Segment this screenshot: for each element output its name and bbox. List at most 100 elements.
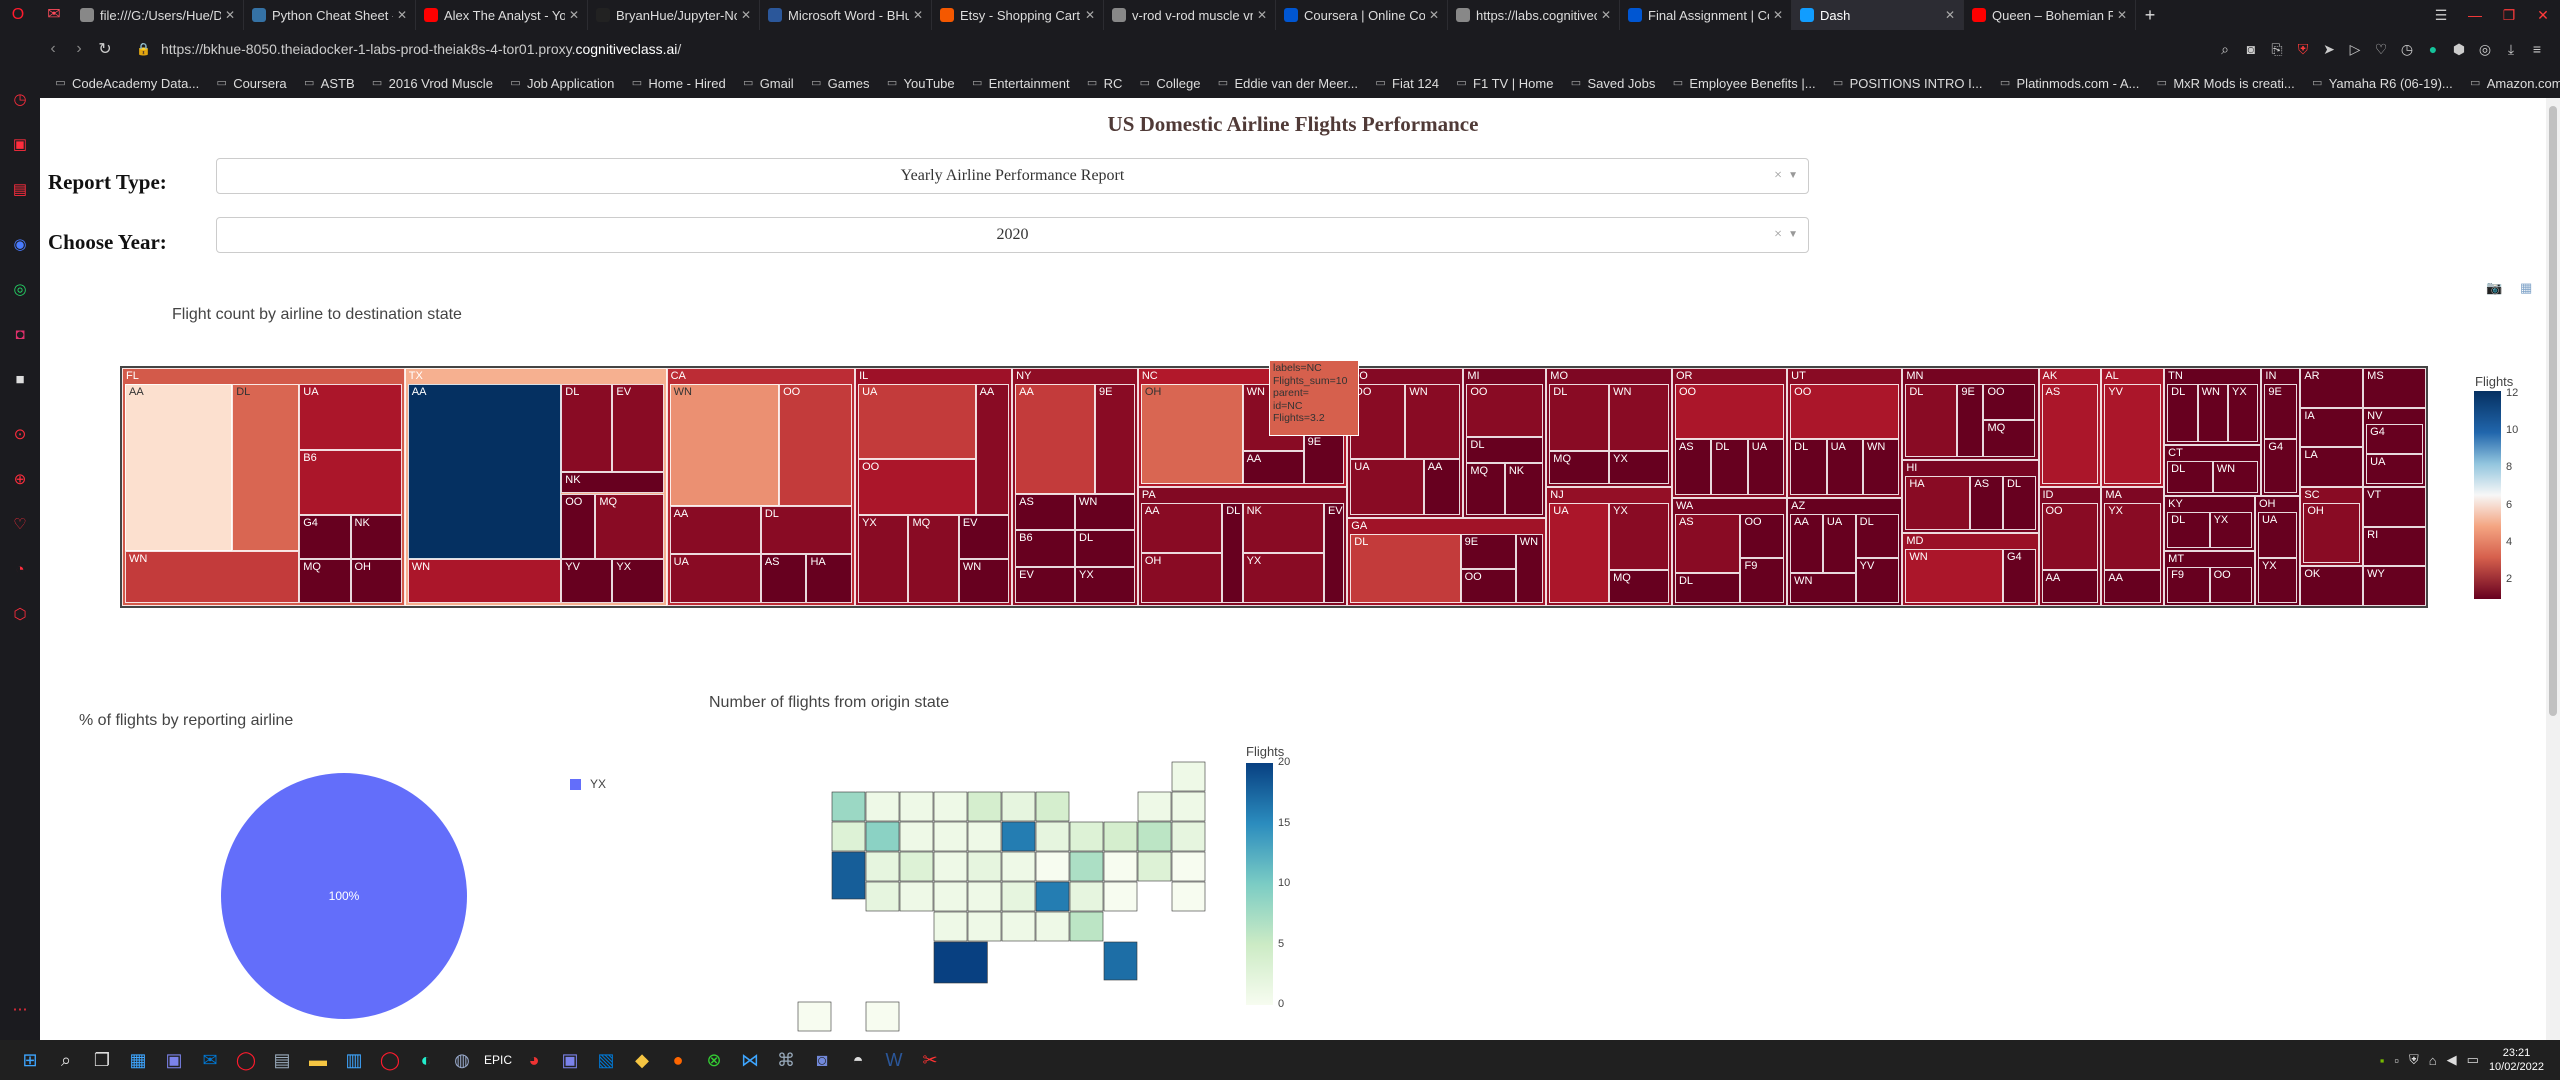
treemap-airline-wn[interactable]: WN: [125, 551, 300, 603]
treemap-state-ri[interactable]: RI: [2363, 526, 2426, 567]
map-state-il[interactable]: [1001, 821, 1036, 852]
url-field[interactable]: 🔒 https://bkhue-8050.theiadocker-1-labs-…: [136, 41, 681, 57]
bookmark-item[interactable]: ▭ Entertainment: [971, 76, 1070, 91]
map-state-ma[interactable]: [1171, 821, 1206, 852]
treemap-airline-dl[interactable]: DL: [760, 505, 853, 555]
treemap-airline-dl[interactable]: DL: [1075, 530, 1135, 567]
discord-icon[interactable]: ■: [10, 370, 30, 390]
treemap-airline-aa[interactable]: AA: [1790, 513, 1823, 574]
treemap-airline-yx[interactable]: YX: [2257, 557, 2298, 603]
opera-logo-icon[interactable]: O: [8, 5, 28, 25]
treemap-airline-ev[interactable]: EV: [612, 384, 664, 472]
windows-start-icon[interactable]: ⊞: [14, 1044, 46, 1076]
treemap-airline-oo[interactable]: OO: [1674, 384, 1785, 440]
widgets-icon[interactable]: ▦: [122, 1044, 154, 1076]
treemap-airline-ua[interactable]: UA: [1826, 439, 1863, 495]
treemap-airline-oh[interactable]: OH: [2303, 503, 2361, 564]
treemap-airline-f9[interactable]: F9: [1740, 558, 1785, 603]
treemap-airline-aa[interactable]: AA: [1140, 503, 1223, 553]
clear-icon[interactable]: ×: [1774, 218, 1782, 252]
map-state-pa[interactable]: [1103, 821, 1138, 852]
shield-icon[interactable]: ⛨: [2290, 41, 2316, 58]
map-state-me[interactable]: [1171, 761, 1206, 792]
treemap-airline-aa[interactable]: AA: [407, 384, 562, 560]
map-state-nj[interactable]: [1137, 851, 1172, 882]
treemap-airline-ev[interactable]: EV: [958, 515, 1010, 560]
map-state-ne[interactable]: [933, 851, 968, 882]
treemap-airline-ua[interactable]: UA: [1822, 513, 1856, 574]
treemap-airline-dl[interactable]: DL: [2167, 512, 2210, 549]
bookmark-item[interactable]: ▭ Fiat 124: [1374, 76, 1439, 91]
map-state-wv[interactable]: [1035, 851, 1070, 882]
player-icon[interactable]: ▷: [2342, 41, 2368, 58]
treemap-airline-wn[interactable]: WN: [2197, 384, 2228, 442]
treemap-airline-ua[interactable]: UA: [669, 554, 761, 603]
treemap-airline-ua[interactable]: UA: [1549, 503, 1610, 603]
treemap-airline-dl[interactable]: DL: [1350, 534, 1461, 603]
map-state-ms[interactable]: [1001, 911, 1036, 942]
treemap-airline-oo[interactable]: OO: [561, 493, 596, 560]
map-state-nc[interactable]: [1035, 881, 1070, 912]
treemap-airline-oo[interactable]: OO: [1790, 384, 1900, 440]
tab-close-icon[interactable]: ✕: [225, 8, 235, 22]
treemap-airline-ev[interactable]: EV: [1015, 566, 1075, 603]
store-icon[interactable]: ▥: [338, 1044, 370, 1076]
app-icon[interactable]: ◕: [518, 1044, 550, 1076]
opera-gx-icon[interactable]: ◯: [230, 1044, 262, 1076]
teams-chat-icon[interactable]: ▣: [158, 1044, 190, 1076]
map-state-ks[interactable]: [933, 881, 968, 912]
map-state-ar[interactable]: [967, 881, 1002, 912]
vpn-icon[interactable]: ◷: [2394, 41, 2420, 58]
outlook-icon[interactable]: ▧: [590, 1044, 622, 1076]
treemap-airline-mq[interactable]: MQ: [1549, 450, 1610, 484]
treemap-airline-ua[interactable]: UA: [1350, 459, 1424, 516]
treemap-airline-oo[interactable]: OO: [1983, 384, 2036, 421]
map-state-ut[interactable]: [865, 851, 900, 882]
bookmark-item[interactable]: ▭ 2016 Vrod Muscle: [371, 76, 493, 91]
map-state-mo[interactable]: [967, 851, 1002, 882]
treemap-state-ar[interactable]: AR: [2300, 368, 2364, 408]
treemap-airline-g4[interactable]: G4: [299, 515, 351, 560]
favorites-icon[interactable]: ♡: [10, 515, 30, 535]
treemap-airline-as[interactable]: AS: [1015, 493, 1075, 530]
treemap-airline-dl[interactable]: DL: [1222, 503, 1243, 603]
treemap-airline-ua[interactable]: UA: [2257, 512, 2298, 558]
map-state-hi[interactable]: [865, 1001, 900, 1032]
bookmark-item[interactable]: ▭ Employee Benefits |...: [1671, 76, 1816, 91]
treemap-airline-aa[interactable]: AA: [1242, 450, 1304, 484]
treemap-airline-dl[interactable]: DL: [1855, 513, 1900, 559]
map-state-mn[interactable]: [967, 791, 1002, 822]
twitch-icon[interactable]: ▤: [10, 180, 30, 200]
more-sidebar-icon[interactable]: ⋯: [10, 1000, 30, 1020]
network-icon[interactable]: ⌂: [2429, 1053, 2437, 1068]
map-state-ct[interactable]: [1171, 851, 1206, 882]
treemap-airline-as[interactable]: AS: [1970, 475, 2003, 530]
treemap-state-la[interactable]: LA: [2300, 447, 2364, 487]
page-scrollbar[interactable]: [2546, 98, 2560, 1040]
treemap-airline-oh[interactable]: OH: [350, 559, 402, 603]
volume-icon[interactable]: ◀: [2447, 1052, 2457, 1068]
map-state-tx[interactable]: [933, 941, 988, 984]
tab-9[interactable]: Final Assignment | Cours ✕: [1620, 0, 1792, 30]
mail-icon[interactable]: ✉: [194, 1044, 226, 1076]
map-state-ak[interactable]: [797, 1001, 832, 1032]
treemap-airline-yx[interactable]: YX: [2209, 512, 2252, 549]
treemap-airline-mq[interactable]: MQ: [1609, 569, 1669, 603]
discord-icon[interactable]: ◙: [806, 1044, 838, 1076]
treemap-airline-yx[interactable]: YX: [2104, 503, 2162, 570]
bookmark-item[interactable]: ▭ Gmail: [742, 76, 794, 91]
tab-7[interactable]: Coursera | Online Course ✕: [1276, 0, 1448, 30]
close-window-button[interactable]: ✕: [2526, 7, 2560, 24]
map-state-tn[interactable]: [1001, 881, 1036, 912]
steam-icon[interactable]: ◍: [446, 1044, 478, 1076]
treemap-airline-aa[interactable]: AA: [975, 384, 1010, 516]
treemap-airline-ua[interactable]: UA: [1747, 439, 1785, 495]
treemap-airline-mq[interactable]: MQ: [595, 493, 664, 560]
treemap-airline-g4[interactable]: G4: [2264, 438, 2298, 494]
teams-icon[interactable]: ▣: [554, 1044, 586, 1076]
camera-icon[interactable]: 📷: [2486, 280, 2502, 296]
tab-8[interactable]: https://labs.cognitiveclas ✕: [1448, 0, 1620, 30]
whatsapp-icon[interactable]: ◎: [10, 280, 30, 300]
defender-icon[interactable]: ⛨: [2409, 1052, 2419, 1068]
treemap-airline-dl[interactable]: DL: [2002, 475, 2036, 530]
